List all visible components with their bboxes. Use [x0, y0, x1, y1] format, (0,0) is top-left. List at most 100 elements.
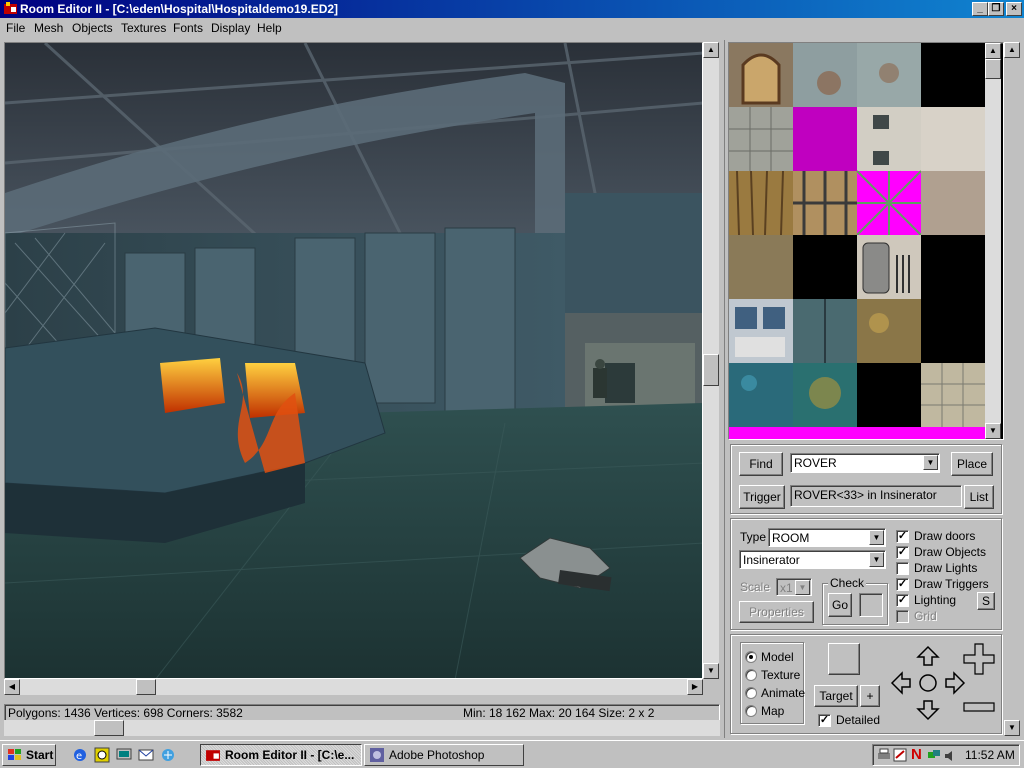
texture-scroll-up-icon[interactable]: ▲: [985, 43, 1001, 59]
viewport-vertical-scrollbar[interactable]: ▲ ▼: [703, 42, 719, 679]
texture-scrollbar[interactable]: ▲ ▼: [985, 43, 1001, 439]
draw-lights-label: Draw Lights: [914, 561, 978, 575]
arrow-down-icon: [916, 700, 940, 721]
panel-scroll-down-icon[interactable]: ▼: [1004, 720, 1020, 736]
type-select[interactable]: ROOM ▼: [768, 528, 886, 547]
desktop-icon[interactable]: [116, 747, 132, 763]
chevron-down-icon[interactable]: ▼: [869, 552, 884, 567]
room-editor-icon: [206, 750, 220, 761]
window-title: Room Editor II - [C:\eden\Hospital\Hospi…: [20, 2, 339, 16]
lighting-checkbox[interactable]: ✓: [896, 594, 909, 607]
map-label: Map: [761, 704, 785, 718]
scale-select[interactable]: x1 ▼: [776, 578, 812, 596]
plus-button[interactable]: +: [860, 685, 880, 707]
grid-label: Grid: [914, 609, 937, 623]
chevron-down-icon[interactable]: ▼: [869, 530, 884, 545]
model-radio[interactable]: [745, 651, 757, 663]
list-button[interactable]: List: [964, 485, 994, 509]
panel-scrollbar[interactable]: ▲ ▼: [1004, 42, 1020, 736]
trigger-button[interactable]: Trigger: [739, 485, 785, 509]
texture-radio[interactable]: [745, 669, 757, 681]
draw-objects-label: Draw Objects: [914, 545, 987, 559]
quicktime-icon[interactable]: [94, 747, 110, 763]
arrow-right-icon: [945, 671, 966, 695]
channels-icon[interactable]: [160, 747, 176, 763]
chevron-down-icon[interactable]: ▼: [795, 580, 810, 595]
go-button[interactable]: Go: [828, 593, 852, 617]
panel-scroll-up-icon[interactable]: ▲: [1004, 42, 1020, 58]
map-radio[interactable]: [745, 705, 757, 717]
status-scroll-thumb[interactable]: [94, 720, 124, 736]
direction-pad[interactable]: [888, 643, 968, 723]
type-select-value: ROOM: [772, 531, 810, 545]
object-select[interactable]: ROVER ▼: [790, 453, 940, 473]
scroll-left-arrow-icon[interactable]: ◀: [4, 679, 20, 695]
volume-icon[interactable]: [943, 749, 957, 763]
task-room-editor-label: Room Editor II - [C:\e...: [225, 748, 355, 762]
animate-radio[interactable]: [745, 687, 757, 699]
draw-doors-checkbox[interactable]: ✓: [896, 530, 909, 543]
menu-help[interactable]: Help: [257, 21, 282, 35]
menu-file[interactable]: File: [6, 21, 25, 35]
menu-mesh[interactable]: Mesh: [34, 21, 63, 35]
chevron-down-icon[interactable]: ▼: [923, 455, 938, 470]
maximize-button[interactable]: ❐: [988, 2, 1004, 16]
windows-logo-icon: [8, 749, 21, 760]
close-button[interactable]: ×: [1006, 2, 1022, 16]
grid-checkbox[interactable]: [896, 610, 909, 623]
draw-objects-checkbox[interactable]: ✓: [896, 546, 909, 559]
properties-button[interactable]: Properties: [739, 601, 814, 623]
room-select-value: Insinerator: [743, 553, 800, 567]
place-button[interactable]: Place: [951, 452, 993, 476]
printer-icon[interactable]: [877, 748, 891, 762]
clock[interactable]: 11:52 AM: [965, 748, 1015, 762]
minimize-button[interactable]: _: [972, 2, 988, 16]
outlook-express-icon[interactable]: [138, 747, 154, 763]
start-button[interactable]: Start: [2, 744, 56, 766]
trigger-field[interactable]: ROVER<33> in Insinerator: [790, 485, 962, 507]
zoom-in-icon[interactable]: [962, 642, 996, 676]
norton-icon[interactable]: N: [911, 746, 922, 763]
status-scrollbar[interactable]: [4, 720, 720, 736]
task-photoshop[interactable]: Adobe Photoshop: [364, 744, 524, 766]
status-bar: Polygons: 1436 Vertices: 698 Corners: 35…: [4, 704, 720, 721]
menu-display[interactable]: Display: [211, 21, 250, 35]
photoshop-icon: [370, 748, 384, 762]
target-button[interactable]: Target: [814, 685, 858, 707]
taskbar: Start e Room Editor II - [C:\e... Adobe …: [0, 740, 1024, 768]
texture-scroll-down-icon[interactable]: ▼: [985, 423, 1001, 439]
zoom-out-icon[interactable]: [962, 700, 996, 714]
texture-scroll-thumb[interactable]: [985, 59, 1001, 79]
title-bar[interactable]: Room Editor II - [C:\eden\Hospital\Hospi…: [0, 0, 1024, 18]
arrow-up-icon: [916, 645, 940, 666]
3d-viewport[interactable]: [4, 42, 703, 679]
arrow-left-icon: [890, 671, 911, 695]
detailed-checkbox[interactable]: ✓: [818, 714, 831, 727]
detailed-label: Detailed: [836, 713, 881, 727]
horizontal-scroll-thumb[interactable]: [136, 679, 156, 695]
scheduler-icon[interactable]: [893, 748, 907, 762]
texture-label: Texture: [761, 668, 801, 682]
room-select[interactable]: Insinerator ▼: [739, 550, 886, 569]
network-icon[interactable]: [927, 748, 941, 762]
status-mesh-stats: Polygons: 1436 Vertices: 698 Corners: 35…: [8, 706, 243, 720]
menu-fonts[interactable]: Fonts: [173, 21, 203, 35]
draw-lights-checkbox[interactable]: [896, 562, 909, 575]
draw-triggers-checkbox[interactable]: ✓: [896, 578, 909, 591]
scroll-up-arrow-icon[interactable]: ▲: [703, 42, 719, 58]
scroll-right-arrow-icon[interactable]: ▶: [687, 679, 703, 695]
preview-button[interactable]: [828, 643, 860, 675]
menu-textures[interactable]: Textures: [121, 21, 166, 35]
find-button[interactable]: Find: [739, 452, 783, 476]
check-label: Check: [828, 576, 867, 590]
menu-objects[interactable]: Objects: [72, 21, 113, 35]
texture-palette[interactable]: ▲ ▼: [728, 42, 1004, 440]
s-button[interactable]: S: [977, 592, 995, 610]
viewport-horizontal-scrollbar[interactable]: ◀ ▶: [4, 679, 703, 695]
task-room-editor[interactable]: Room Editor II - [C:\e...: [200, 744, 362, 766]
draw-triggers-label: Draw Triggers: [914, 577, 989, 591]
vertical-scroll-thumb[interactable]: [703, 354, 719, 386]
center-circle-icon: [919, 674, 937, 692]
scroll-down-arrow-icon[interactable]: ▼: [703, 663, 719, 679]
internet-explorer-icon[interactable]: e: [72, 747, 88, 763]
